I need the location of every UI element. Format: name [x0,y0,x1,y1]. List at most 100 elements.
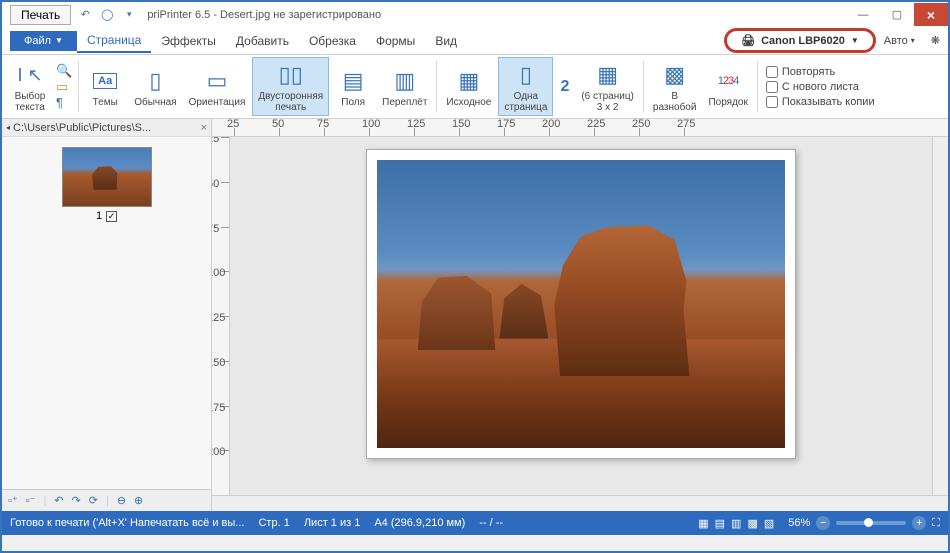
binding-icon: ▥ [394,66,415,96]
status-size: A4 (296.9,210 мм) [374,517,465,529]
order-button[interactable]: 1234Порядок [703,57,752,116]
quick-access-toolbar: ↶ ◯ ▾ [77,7,137,23]
scatter-button[interactable]: ▩В разнобой [648,57,702,116]
text-select-tool[interactable]: I ↖ Выбор текста [8,57,52,116]
binding-button[interactable]: ▥Переплёт [377,57,432,116]
format-icon[interactable]: ¶ [56,96,72,110]
view-mode-icons: ▦ ▤ ▥ ▩ ▧ [698,517,774,530]
onepage-icon: ▯ [520,60,532,90]
ruler-vertical [212,137,230,495]
zoom-out-button[interactable]: − [816,516,830,530]
zoom-in-button[interactable]: + [912,516,926,530]
refresh-icon[interactable]: ⟳ [89,494,98,507]
undo-icon[interactable]: ↶ [54,494,63,507]
view2-icon[interactable]: ▤ [715,517,725,530]
tab-effects[interactable]: Эффекты [151,30,226,52]
binoculars-icon[interactable]: 🔍 [56,64,72,78]
remove-page-icon[interactable]: ▫⁻ [26,494,36,507]
page-preview[interactable] [366,149,796,459]
view3-icon[interactable]: ▥ [731,517,741,530]
chevron-down-icon: ▼ [851,36,859,45]
margins-button[interactable]: ▤Поля [331,57,375,116]
scatter-icon: ▩ [664,60,685,90]
page-icon: ▯ [149,66,161,96]
add-page-icon[interactable]: ▫⁺ [8,494,18,507]
page-viewport[interactable] [230,137,932,495]
thumb-check-icon[interactable]: ✓ [106,211,117,222]
themes-button[interactable]: AaТемы [83,57,127,116]
zoom-out-icon[interactable]: ⊖ [117,494,126,507]
margins-icon: ▤ [343,66,364,96]
newsheet-check[interactable]: С нового листа [766,81,875,93]
redo-icon[interactable]: ↷ [72,494,81,507]
orientation-icon: ▭ [207,66,228,96]
ribbon: I ↖ Выбор текста 🔍 ▭ ¶ AaТемы ▯Обычная ▭… [2,55,948,119]
maximize-button[interactable]: ▢ [880,3,914,26]
zoom-value: 56% [788,517,810,529]
sidebar-header: ◂ C:\Users\Public\Pictures\S... × [2,119,211,137]
orientation-button[interactable]: ▭Ориентация [184,57,251,116]
status-ready: Готово к печати ('Alt+X' Напечатать всё … [10,517,244,529]
status-sheet: Лист 1 из 1 [304,517,361,529]
tab-forms[interactable]: Формы [366,30,425,52]
close-button[interactable]: × [914,3,948,26]
sidebar-close-icon[interactable]: × [201,122,207,134]
settings-gear-icon[interactable]: ❋ [923,34,948,47]
statusbar: Готово к печати ('Alt+X' Напечатать всё … [2,511,948,535]
mini-tools: 🔍 ▭ ¶ [54,57,74,116]
zoom-control: 56% − + ⛶ [788,516,940,530]
zoom-slider[interactable] [836,521,906,525]
auto-button[interactable]: Авто▾ [876,35,923,47]
grid-icon: ▦ [597,60,618,90]
page-thumbnail[interactable] [62,147,152,207]
minimize-button[interactable]: — [846,3,880,26]
tab-page[interactable]: Страница [77,29,151,53]
repeat-check[interactable]: Повторять [766,66,875,78]
view4-icon[interactable]: ▩ [747,517,757,530]
scrollbar-vertical[interactable] [932,137,948,495]
six-button[interactable]: ▦(6 страниц) 3 x 2 [576,57,639,116]
cursor-icon: I ↖ [17,60,42,90]
qat-more-icon[interactable]: ▾ [121,7,137,23]
printer-name: Canon LBP6020 [761,35,845,47]
options-group: Повторять С нового листа Показывать копи… [762,57,879,116]
themes-icon: Aa [93,66,117,96]
zoom-in-icon[interactable]: ⊕ [134,494,143,507]
file-menu[interactable]: Файл▼ [10,31,77,51]
tab-add[interactable]: Добавить [226,30,299,52]
order-icon: 1234 [718,66,739,96]
lasso-icon[interactable]: ◯ [99,7,115,23]
thumbnail-label: 1✓ [96,210,117,222]
duplex-icon: ▯▯ [279,60,303,90]
workspace: ◂ C:\Users\Public\Pictures\S... × 1✓ ▫⁺ … [2,119,948,511]
titlebar: Печать ↶ ◯ ▾ priPrinter 6.5 - Desert.jpg… [2,2,948,27]
sidebar: ◂ C:\Users\Public\Pictures\S... × 1✓ ▫⁺ … [2,119,212,511]
undo-icon[interactable]: ↶ [77,7,93,23]
duplex-button[interactable]: ▯▯Двусторонняя печать [252,57,329,116]
sidebar-toolbar: ▫⁺ ▫⁻ | ↶ ↷ ⟳ | ⊖ ⊕ [2,489,211,511]
photo-content [377,160,785,448]
zoom-fit-icon[interactable]: ⛶ [932,517,940,530]
printer-icon: 🖨 [741,34,755,47]
canvas-area [212,119,948,511]
view5-icon[interactable]: ▧ [764,517,774,530]
onepage-button[interactable]: ▯Одна страница [498,57,553,116]
thumbnail-area: 1✓ [2,137,211,489]
menubar: Файл▼ Страница Эффекты Добавить Обрезка … [2,27,948,55]
view1-icon[interactable]: ▦ [698,517,708,530]
showcopies-check[interactable]: Показывать копии [766,96,875,108]
two-button[interactable]: 2 [555,57,574,116]
status-page: Стр. 1 [258,517,289,529]
printer-selector[interactable]: 🖨 Canon LBP6020 ▼ [724,28,876,53]
two-icon: 2 [560,72,569,102]
window-title: priPrinter 6.5 - Desert.jpg не зарегистр… [147,9,846,21]
normal-button[interactable]: ▯Обычная [129,57,181,116]
print-button[interactable]: Печать [10,5,71,25]
tab-crop[interactable]: Обрезка [299,30,366,52]
status-dash: -- / -- [479,517,503,529]
tab-view[interactable]: Вид [425,30,467,52]
scrollbar-horizontal[interactable] [212,495,948,511]
edit-icon[interactable]: ▭ [56,80,72,94]
sidebar-path: C:\Users\Public\Pictures\S... [13,122,151,134]
source-button[interactable]: ▦Исходное [441,57,496,116]
